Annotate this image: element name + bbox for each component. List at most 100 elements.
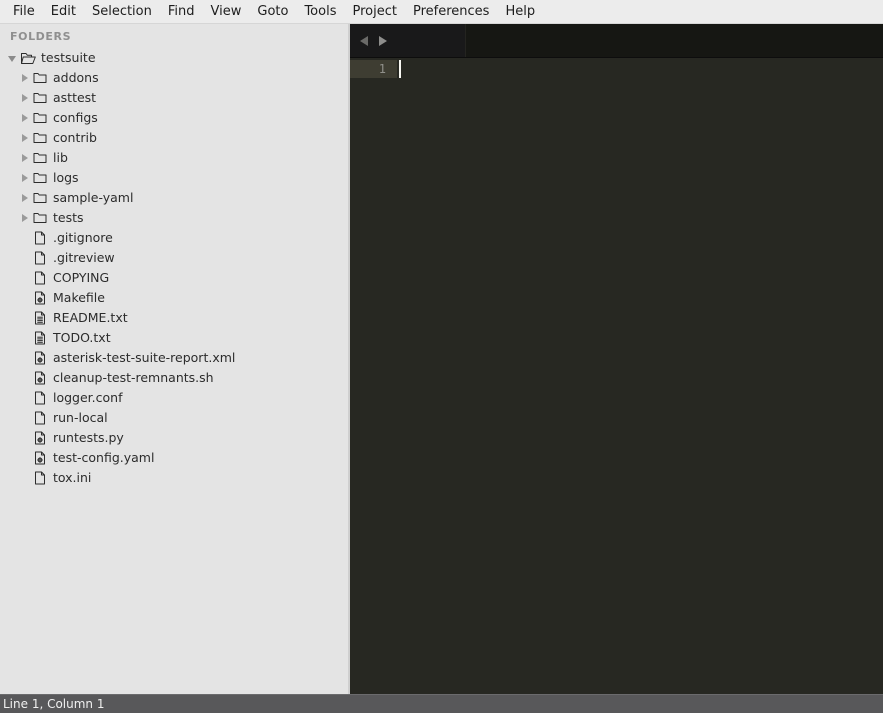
tab-bar (350, 24, 883, 58)
tree-item-label: logger.conf (53, 390, 123, 405)
folder-icon (32, 190, 48, 206)
workspace: FOLDERS testsuite addons asttest configs co… (0, 24, 883, 694)
tree-item-asterisk-test-suite-report-xml[interactable]: asterisk-test-suite-report.xml (0, 348, 348, 368)
file-text-icon (32, 330, 48, 346)
file-plain-icon (32, 230, 48, 246)
file-plain-icon (32, 250, 48, 266)
tree-item-configs[interactable]: configs (0, 108, 348, 128)
tree-item-label: Makefile (53, 290, 105, 305)
tree-item-label: tests (53, 210, 84, 225)
tree-children: addons asttest configs contrib lib logs sample… (0, 68, 348, 488)
menu-item-view[interactable]: View (203, 2, 250, 22)
tree-item-label: sample-yaml (53, 190, 134, 205)
tree-item-test-config-yaml[interactable]: test-config.yaml (0, 448, 348, 468)
tree-item-todo-txt[interactable]: TODO.txt (0, 328, 348, 348)
tree-item-sample-yaml[interactable]: sample-yaml (0, 188, 348, 208)
arrow-right-icon[interactable] (377, 35, 388, 47)
chevron-right-icon[interactable] (20, 128, 32, 148)
tree-item-readme-txt[interactable]: README.txt (0, 308, 348, 328)
code-editor[interactable] (397, 58, 883, 694)
chevron-down-icon[interactable] (8, 48, 20, 68)
sidebar: FOLDERS testsuite addons asttest configs co… (0, 24, 350, 694)
file-plain-icon (32, 470, 48, 486)
line-number-1: 1 (350, 60, 397, 78)
chevron-right-icon[interactable] (20, 108, 32, 128)
arrow-left-icon[interactable] (359, 35, 370, 47)
tree-item-label: contrib (53, 130, 97, 145)
file-plain-icon (32, 410, 48, 426)
tree-item-logs[interactable]: logs (0, 168, 348, 188)
chevron-right-icon[interactable] (20, 148, 32, 168)
tree-item-cleanup-test-remnants-sh[interactable]: cleanup-test-remnants.sh (0, 368, 348, 388)
tab-strip-empty[interactable] (465, 24, 883, 57)
sidebar-header-folders: FOLDERS (10, 30, 72, 43)
tree-item-label: asterisk-test-suite-report.xml (53, 350, 236, 365)
tree-item-label: logs (53, 170, 79, 185)
tree-item-tox-ini[interactable]: tox.ini (0, 468, 348, 488)
tab-navigation (350, 24, 465, 57)
tree-item-tests[interactable]: tests (0, 208, 348, 228)
menu-item-help[interactable]: Help (497, 2, 543, 22)
tree-item-contrib[interactable]: contrib (0, 128, 348, 148)
tree-item-runtests-py[interactable]: runtests.py (0, 428, 348, 448)
tree-item-run-local[interactable]: run-local (0, 408, 348, 428)
tree-item-label: configs (53, 110, 98, 125)
text-caret (399, 60, 401, 78)
tree-item-logger-conf[interactable]: logger.conf (0, 388, 348, 408)
tree-item-label: tox.ini (53, 470, 92, 485)
tree-item-copying[interactable]: COPYING (0, 268, 348, 288)
tree-item-gitignore[interactable]: .gitignore (0, 228, 348, 248)
file-plain-icon (32, 270, 48, 286)
folder-icon (32, 70, 48, 86)
tree-item-lib[interactable]: lib (0, 148, 348, 168)
chevron-right-icon[interactable] (20, 88, 32, 108)
folder-tree: testsuite addons asttest configs contrib lib… (0, 48, 348, 496)
tree-item-makefile[interactable]: Makefile (0, 288, 348, 308)
menu-item-tools[interactable]: Tools (296, 2, 344, 22)
tree-item-gitreview[interactable]: .gitreview (0, 248, 348, 268)
menu-item-project[interactable]: Project (344, 2, 404, 22)
editor-pane: 1 (350, 24, 883, 694)
file-gear-icon (32, 370, 48, 386)
tree-item-label: asttest (53, 90, 97, 105)
menu-item-selection[interactable]: Selection (84, 2, 160, 22)
folder-icon (32, 90, 48, 106)
tree-item-label: README.txt (53, 310, 128, 325)
file-text-icon (32, 310, 48, 326)
tree-item-addons[interactable]: addons (0, 68, 348, 88)
menu-item-preferences[interactable]: Preferences (405, 2, 497, 22)
tree-item-label: addons (53, 70, 99, 85)
file-gear-icon (32, 350, 48, 366)
menu-item-edit[interactable]: Edit (43, 2, 84, 22)
tree-item-asttest[interactable]: asttest (0, 88, 348, 108)
menu-item-find[interactable]: Find (160, 2, 203, 22)
folder-open-icon (20, 50, 36, 66)
status-cursor-position: Line 1, Column 1 (3, 697, 105, 711)
chevron-right-icon[interactable] (20, 208, 32, 228)
tree-item-testsuite[interactable]: testsuite (0, 48, 348, 68)
chevron-right-icon[interactable] (20, 188, 32, 208)
menu-item-goto[interactable]: Goto (249, 2, 296, 22)
chevron-right-icon[interactable] (20, 168, 32, 188)
file-gear-icon (32, 290, 48, 306)
chevron-right-icon[interactable] (20, 68, 32, 88)
line-number-gutter: 1 (350, 58, 397, 694)
tree-item-label: .gitreview (53, 250, 115, 265)
tree-item-label: testsuite (41, 50, 96, 65)
tree-item-label: test-config.yaml (53, 450, 155, 465)
editor-area[interactable]: 1 (350, 58, 883, 694)
tree-item-label: TODO.txt (53, 330, 111, 345)
menu-item-file[interactable]: File (5, 2, 43, 22)
tree-item-label: cleanup-test-remnants.sh (53, 370, 214, 385)
